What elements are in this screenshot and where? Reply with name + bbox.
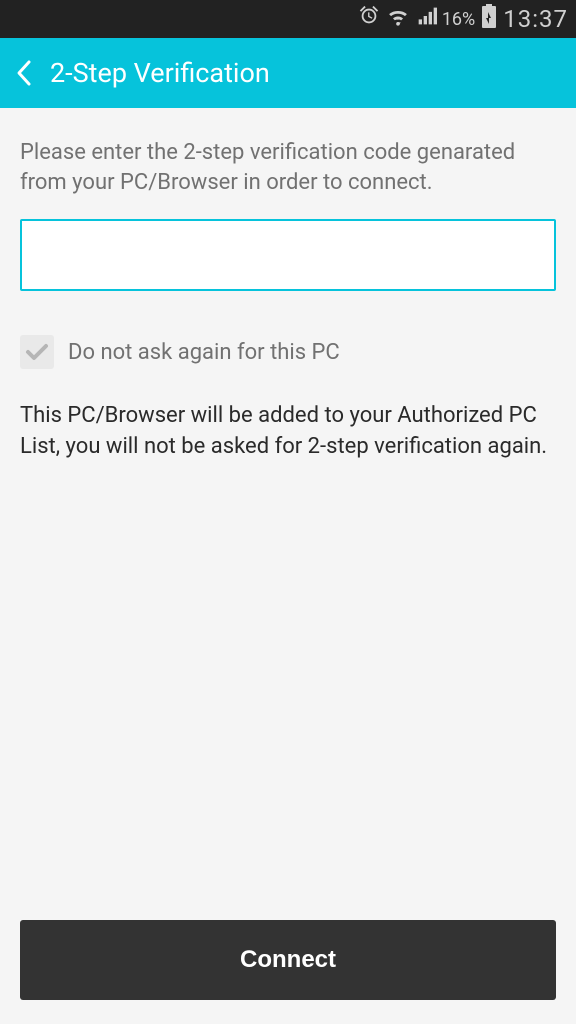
do-not-ask-checkbox-row[interactable]: Do not ask again for this PC	[20, 335, 556, 369]
content-area: Please enter the 2-step verification cod…	[0, 108, 576, 920]
explanation-text: This PC/Browser will be added to your Au…	[20, 401, 556, 463]
instruction-text: Please enter the 2-step verification cod…	[20, 138, 556, 197]
checkbox-icon	[20, 335, 54, 369]
signal-icon	[416, 6, 438, 32]
connect-button[interactable]: Connect	[20, 920, 556, 1000]
wifi-icon	[386, 5, 410, 33]
back-button[interactable]	[16, 59, 32, 87]
battery-charging-icon	[481, 4, 497, 34]
checkbox-label: Do not ask again for this PC	[68, 340, 340, 365]
status-bar: 16% 13:37	[0, 0, 576, 38]
alarm-icon	[358, 5, 380, 33]
page-title: 2-Step Verification	[50, 57, 270, 89]
battery-percent: 16%	[442, 9, 475, 30]
clock-time: 13:37	[503, 5, 568, 33]
verification-code-input[interactable]	[20, 219, 556, 291]
spacer	[20, 463, 556, 920]
app-bar: 2-Step Verification	[0, 38, 576, 108]
footer: Connect	[0, 920, 576, 1024]
